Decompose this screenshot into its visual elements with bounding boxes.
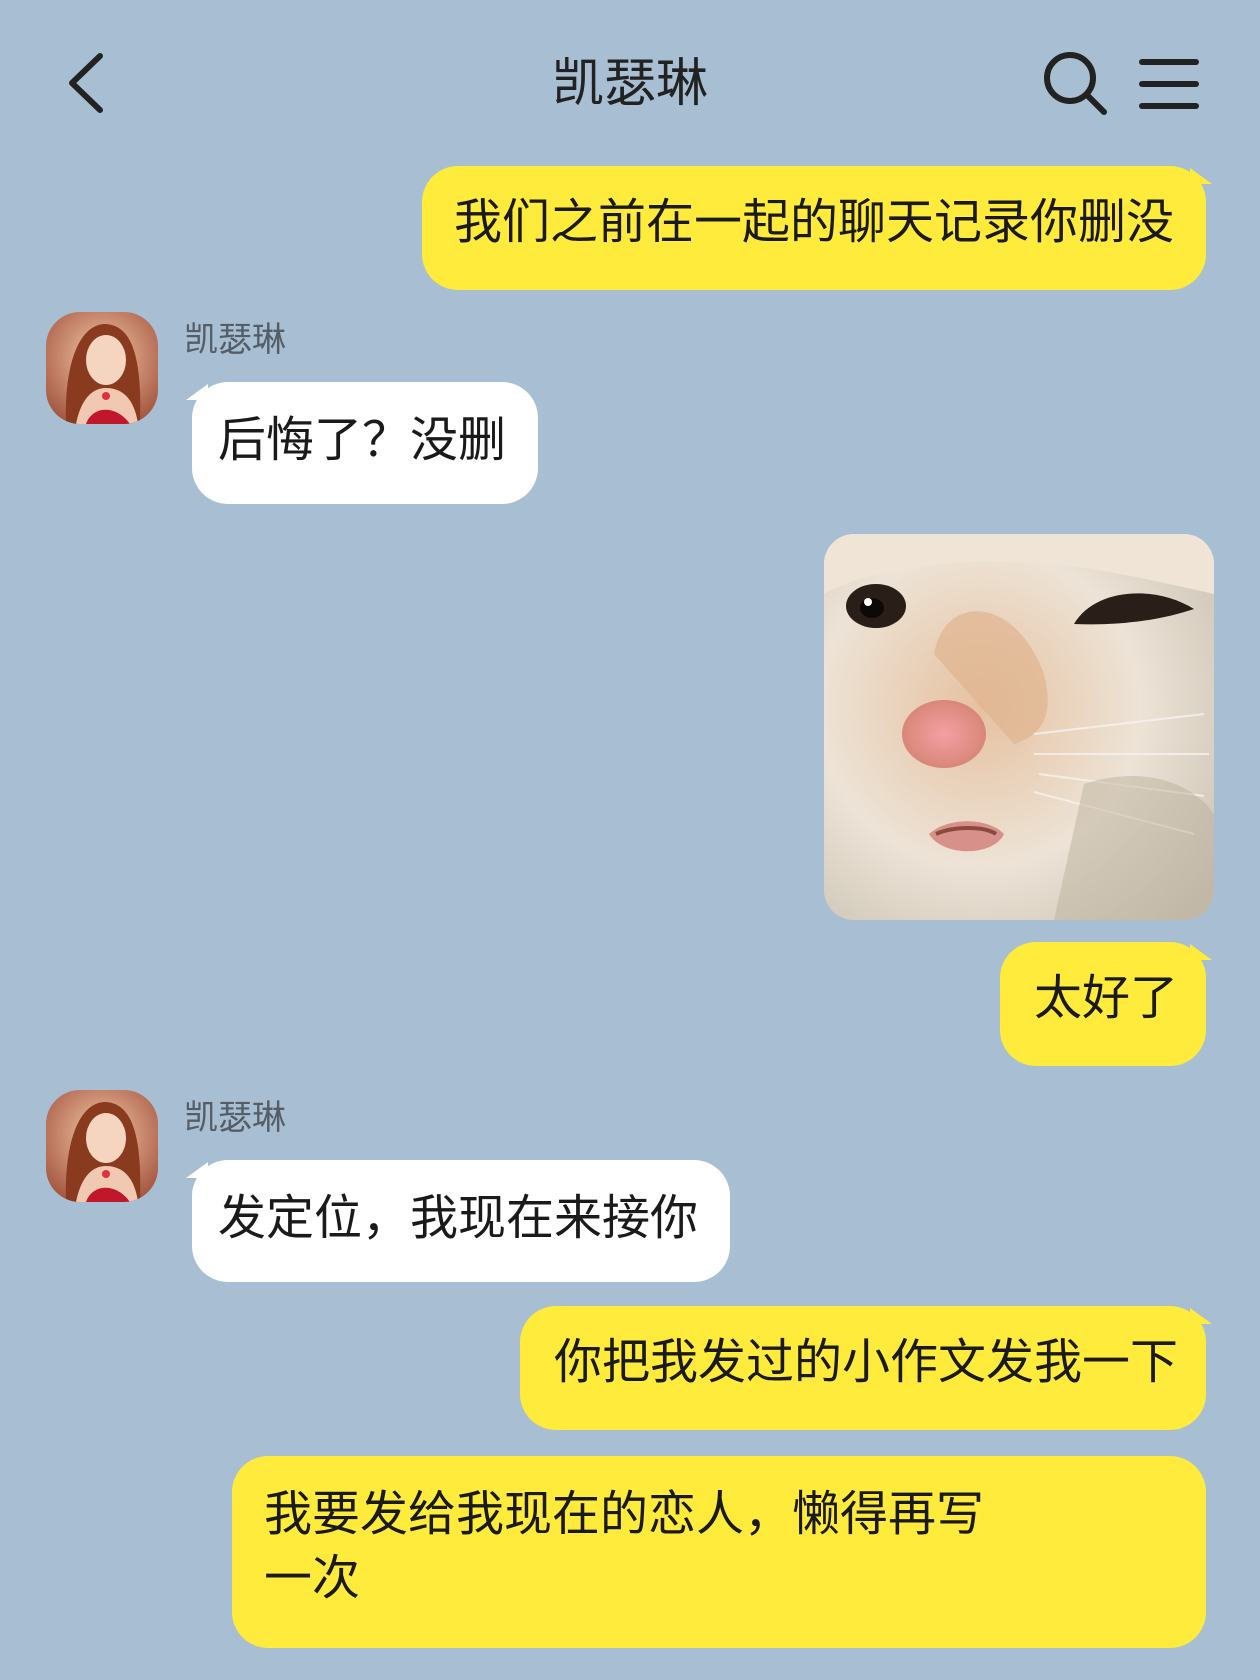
bubble-tail — [1190, 1308, 1212, 1324]
chat-header: 凯瑟琳 — [0, 0, 1260, 170]
avatar-image — [46, 312, 158, 424]
message-text: 后悔了？没删 — [218, 412, 507, 468]
message-text: 我们之前在一起的聊天记录你删没 — [453, 194, 1174, 250]
message-text: 太好了 — [1033, 970, 1178, 1026]
sender-name: 凯瑟琳 — [184, 320, 286, 360]
their-message-bubble[interactable]: 后悔了？没删 — [192, 382, 539, 504]
their-message-bubble[interactable]: 发定位，我现在来接你 — [192, 1160, 731, 1282]
search-button[interactable] — [1042, 50, 1108, 116]
avatar[interactable] — [46, 1090, 158, 1202]
my-message-bubble[interactable]: 太好了 — [999, 942, 1206, 1066]
my-message-bubble[interactable]: 我们之前在一起的聊天记录你删没 — [421, 166, 1206, 290]
sender-name: 凯瑟琳 — [184, 1098, 286, 1138]
message-text: 发定位，我现在来接你 — [218, 1190, 699, 1246]
message-text: 你把我发过的小作文发我一下 — [553, 1334, 1178, 1390]
search-icon — [1044, 52, 1107, 115]
message-text-line-2: 一次 — [264, 1550, 361, 1606]
avatar[interactable] — [46, 312, 158, 424]
hamburger-menu-icon — [1139, 59, 1199, 109]
sticker-image — [824, 534, 1214, 920]
message-text-line-1: 我要发给我现在的恋人，懒得再写 — [264, 1486, 985, 1542]
menu-button[interactable] — [1138, 54, 1200, 114]
bubble-tail — [1190, 168, 1212, 184]
avatar-image — [46, 1090, 158, 1202]
my-message-bubble[interactable]: 你把我发过的小作文发我一下 — [519, 1306, 1206, 1430]
cat-face-sticker[interactable] — [824, 534, 1214, 920]
my-message-bubble[interactable]: 我要发给我现在的恋人，懒得再写 一次 — [232, 1456, 1206, 1648]
bubble-tail — [1190, 944, 1212, 960]
